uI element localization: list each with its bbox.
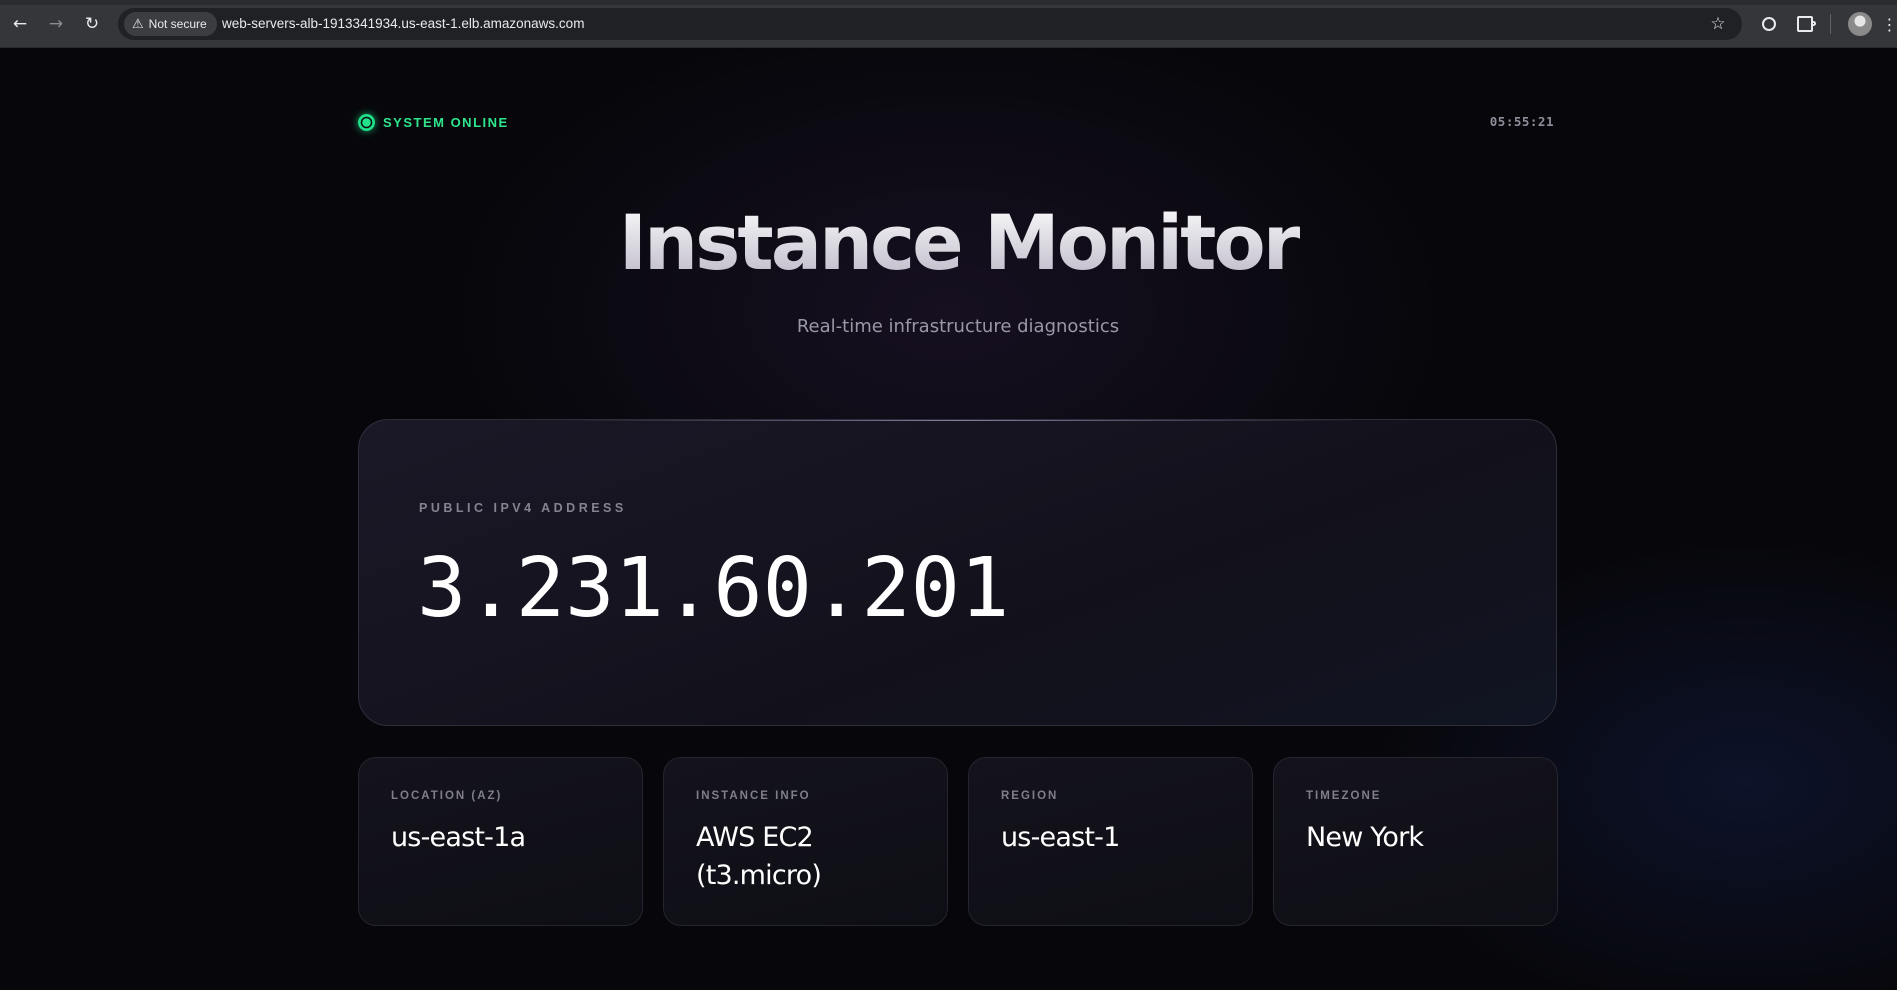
reload-icon: ↻ [84,14,100,34]
browser-toolbar: ← → ↻ ⚠ Not secure web-servers-alb-19133… [0,0,1897,48]
toolbar-divider [1830,14,1831,34]
location-label: LOCATION (AZ) [391,790,503,802]
timezone-card: TIMEZONE New York [1273,757,1558,926]
address-bar[interactable]: ⚠ Not secure web-servers-alb-1913341934.… [118,8,1742,40]
url-text[interactable]: web-servers-alb-1913341934.us-east-1.elb… [222,8,584,40]
extensions-button[interactable] [1793,12,1817,36]
bookmark-button[interactable]: ☆ [1706,12,1730,36]
reload-button[interactable]: ↻ [80,12,104,36]
tab-strip-edge [0,0,1897,5]
location-value: us-east-1a [391,822,526,853]
instance-info-value: AWS EC2 (t3.micro) [696,822,822,891]
ip-address-value: 3.231.60.201 [417,541,1010,636]
region-label: REGION [1001,790,1059,802]
status-label: SYSTEM ONLINE [383,115,509,130]
forward-button[interactable]: → [44,12,68,36]
region-value: us-east-1 [1001,822,1120,853]
instance-info-label: INSTANCE INFO [696,790,811,802]
instance-info-card: INSTANCE INFO AWS EC2 (t3.micro) [663,757,948,926]
page-title: Instance Monitor [0,198,1897,287]
back-button[interactable]: ← [8,12,32,36]
arrow-left-icon: ← [12,14,28,34]
star-icon: ☆ [1710,14,1726,34]
security-indicator[interactable]: ⚠ Not secure [124,12,217,36]
extension-button[interactable] [1757,12,1781,36]
clock: 05:55:21 [1489,114,1554,129]
warning-triangle-icon: ⚠ [132,16,144,32]
avatar[interactable] [1848,12,1872,36]
page-content: SYSTEM ONLINE 05:55:21 Instance Monitor … [0,48,1897,990]
page-subtitle: Real-time infrastructure diagnostics [796,316,1120,337]
location-card: LOCATION (AZ) us-east-1a [358,757,643,926]
system-status: SYSTEM ONLINE [358,114,509,131]
timezone-label: TIMEZONE [1306,790,1382,802]
circled-letter-icon [1762,17,1776,31]
region-card: REGION us-east-1 [968,757,1253,926]
puzzle-icon [1797,16,1816,32]
security-label: Not secure [148,17,207,31]
timezone-value: New York [1306,822,1424,853]
browser-menu-button[interactable]: ⋮ [1882,12,1897,36]
ip-address-card: PUBLIC IPV4 ADDRESS 3.231.60.201 [358,419,1557,726]
arrow-right-icon: → [48,14,64,34]
kebab-menu-icon: ⋮ [1881,14,1897,34]
status-dot-icon [358,114,375,131]
ip-address-label: PUBLIC IPV4 ADDRESS [419,501,627,515]
